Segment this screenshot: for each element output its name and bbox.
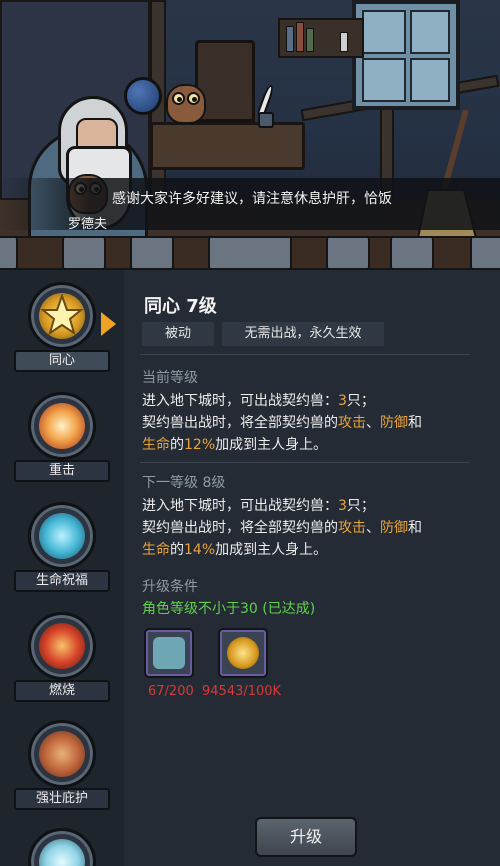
skill-type-tag: 被动 [142, 322, 214, 346]
skill-label: 重击 [14, 460, 110, 482]
material-slot-gold[interactable] [218, 628, 268, 678]
shield-icon [28, 720, 96, 788]
gold-count: 94543/100K [202, 684, 282, 699]
skill-label: 强壮庇护 [14, 788, 110, 810]
ice-spike-icon [28, 828, 96, 866]
divider [140, 354, 470, 355]
impact-burst-icon [28, 392, 96, 460]
current-line-1: 进入地下城时，可出战契约兽：3只； [142, 393, 375, 409]
game-screen: 感谢大家许多好建议，请注意休息护肝，恰饭 罗德夫 同心 重击 生命祝福 燃烧 强… [0, 0, 500, 866]
stone-block [62, 236, 106, 270]
sun-star-icon [28, 282, 96, 350]
skill-label: 燃烧 [14, 680, 110, 702]
desk [150, 122, 305, 170]
owl-on-desk [164, 78, 208, 124]
stone-block [0, 236, 18, 270]
stone-block [326, 236, 370, 270]
next-line-1: 进入地下城时，可出战契约兽：3只； [142, 498, 375, 514]
divider [140, 462, 470, 463]
stone-block [470, 236, 500, 270]
current-level-heading: 当前等级 [142, 370, 198, 386]
next-level-heading: 下一等级 8级 [142, 475, 226, 491]
stone-block [208, 236, 292, 270]
next-line-2: 契约兽出战时，将全部契约兽的攻击、防御和 [142, 520, 422, 536]
dialog-text: 感谢大家许多好建议，请注意休息护肝，恰饭 [112, 191, 392, 207]
gold-coin-icon [227, 637, 259, 669]
skill-list[interactable]: 同心 重击 生命祝福 燃烧 强壮庇护 [0, 270, 124, 866]
material-slot-scroll[interactable] [144, 628, 194, 678]
current-line-2: 契约兽出战时，将全部契约兽的攻击、防御和 [142, 415, 422, 431]
skill-detail-panel [124, 270, 500, 866]
stone-block [390, 236, 434, 270]
water-drop-icon [28, 502, 96, 570]
upgrade-condition-heading: 升级条件 [142, 579, 198, 595]
next-line-3: 生命的14%加成到主人身上。 [142, 542, 328, 558]
upgrade-button[interactable]: 升级 [255, 817, 357, 857]
window [352, 0, 460, 110]
selection-arrow-icon [101, 312, 116, 336]
skill-label: 同心 [14, 350, 110, 372]
current-line-3: 生命的12%加成到主人身上。 [142, 437, 328, 453]
speaker-name: 罗德夫 [68, 217, 108, 232]
scroll-ticket-icon [153, 637, 185, 669]
skill-label: 生命祝福 [14, 570, 110, 592]
skill-title: 同心 7级 [144, 296, 217, 317]
fire-swirl-icon [28, 612, 96, 680]
scroll-count: 67/200 [148, 684, 194, 699]
bookshelf [278, 18, 364, 58]
ink-pot [258, 112, 274, 128]
skill-effect-tag: 无需出战，永久生效 [222, 322, 384, 346]
level-requirement: 角色等级不小于30 (已达成) [142, 601, 316, 617]
stone-block [130, 236, 174, 270]
